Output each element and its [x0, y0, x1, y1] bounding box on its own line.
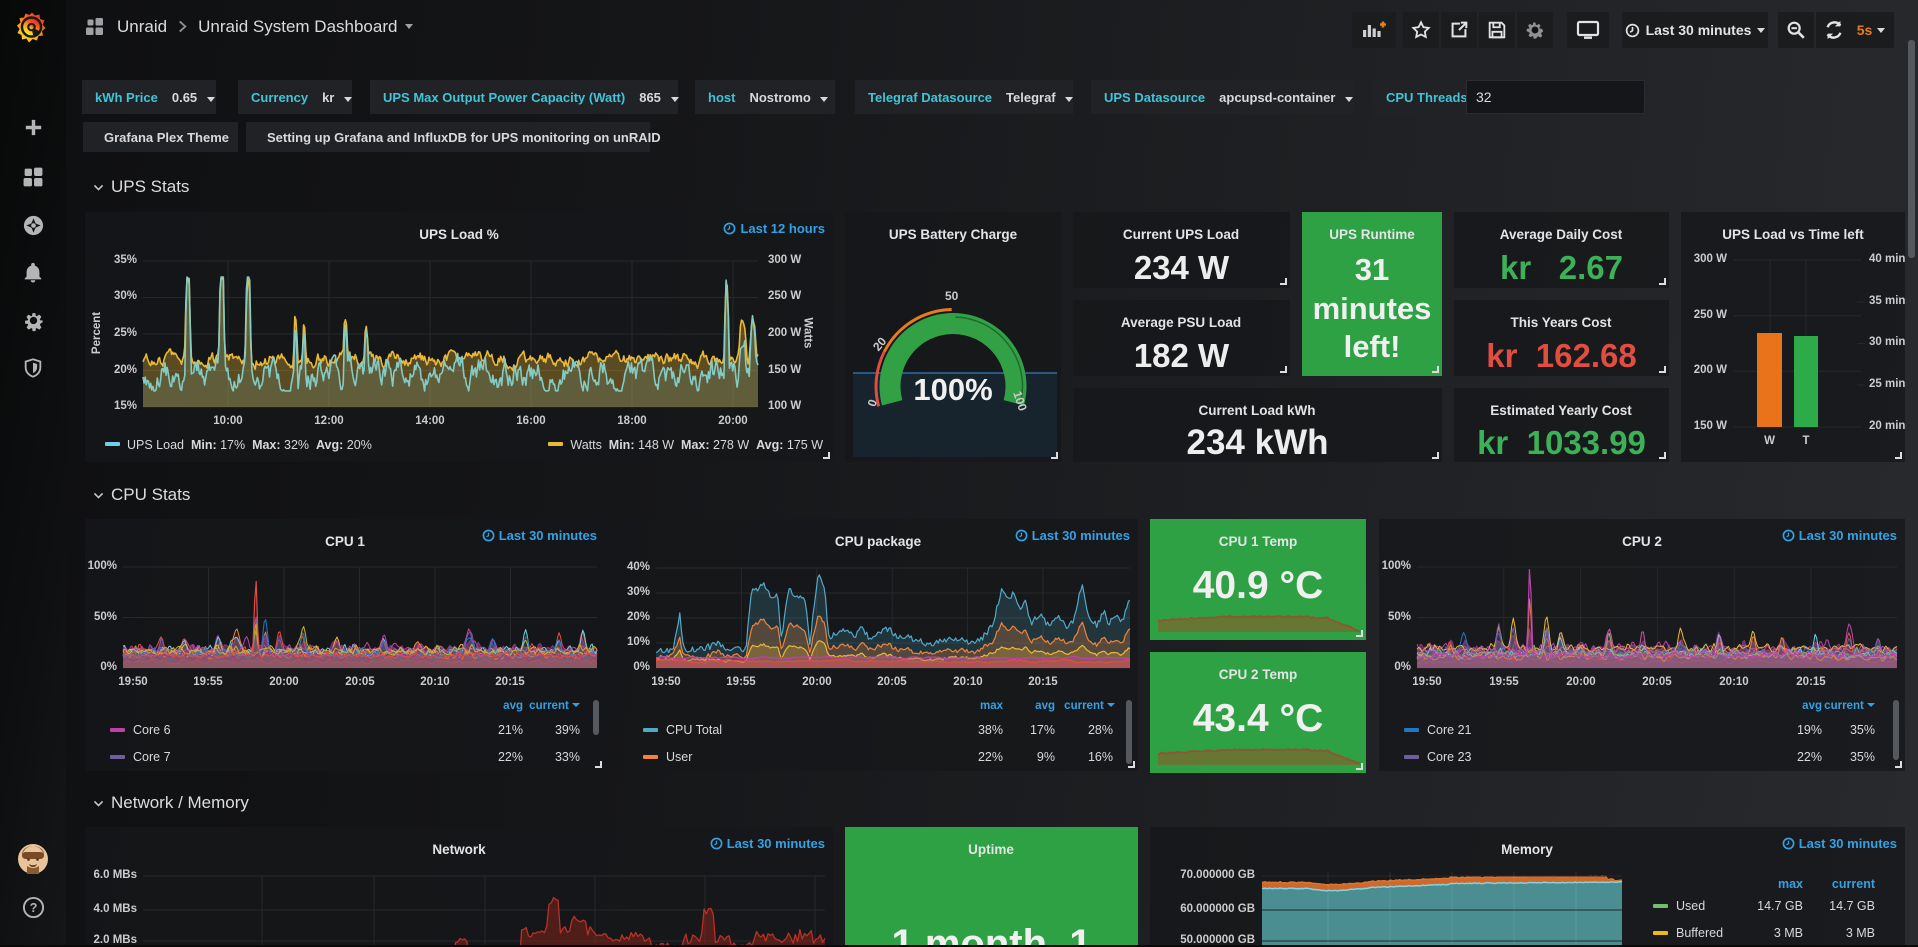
svg-text:?: ? — [29, 901, 37, 915]
